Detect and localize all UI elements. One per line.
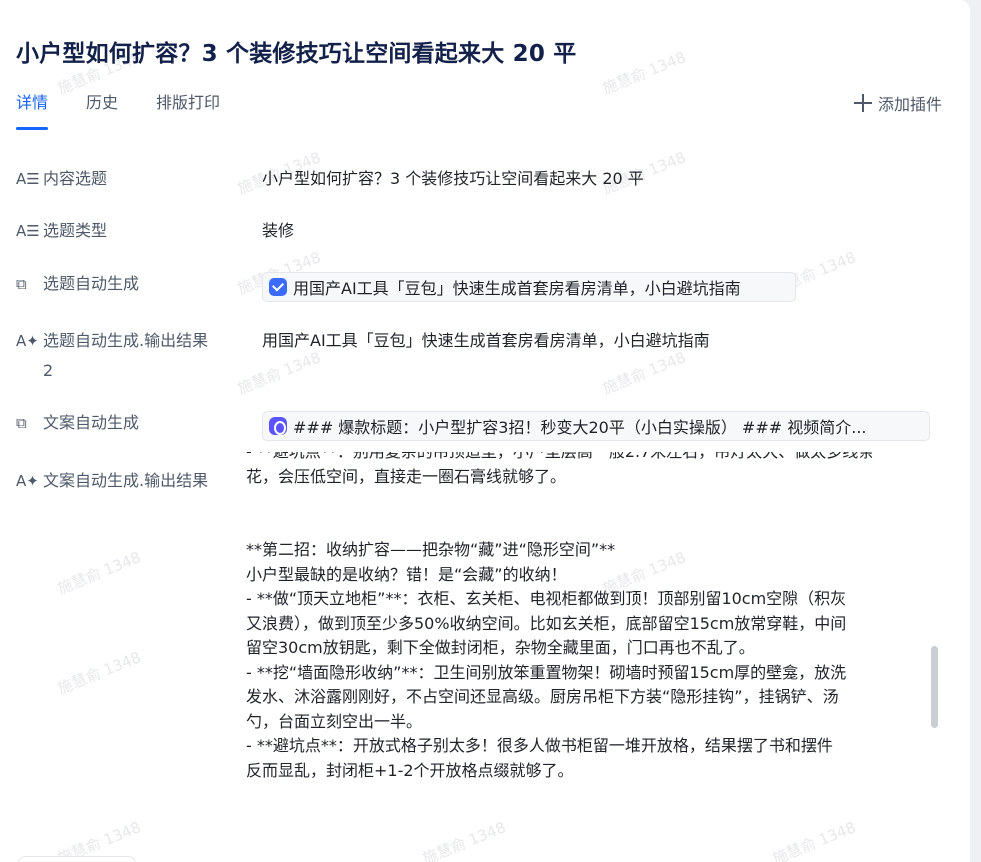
record-detail-panel: 施慧俞 1348 施慧俞 1348 施慧俞 1348 施慧俞 1348 施慧俞 … — [0, 0, 970, 862]
field-value[interactable]: 用国产AI工具「豆包」快速生成首套房看房清单，小白避坑指南 — [262, 329, 710, 353]
text-field-icon: A☰ — [16, 222, 40, 240]
field-label-text: 文案自动生成.输出结果 — [43, 471, 209, 490]
watermark: 施慧俞 1348 — [600, 48, 689, 98]
add-plugin-label: 添加插件 — [877, 95, 942, 114]
tab-history[interactable]: 历史 — [86, 90, 118, 130]
field-value[interactable]: 装修 — [262, 219, 294, 243]
output-line: - **挖“墙面隐形收纳”**：卫生间别放笨重置物架！砌墙时预留15cm厚的壁龛… — [246, 662, 847, 682]
watermark: 施慧俞 1348 — [235, 348, 324, 398]
tab-bar: 详情 历史 排版打印 — [16, 90, 258, 130]
add-plugin-button[interactable]: 添加插件 — [853, 90, 942, 116]
watermark: 施慧俞 1348 — [55, 648, 144, 698]
output-scrollbar[interactable] — [931, 646, 938, 728]
doubao-logo-icon — [269, 278, 287, 296]
field-label: A✦ 选题自动生成.输出结果 2 — [16, 329, 231, 386]
plus-icon — [853, 94, 872, 112]
link-field-icon: ⧉ — [16, 414, 27, 432]
text-field-icon: A☰ — [16, 170, 40, 188]
field-label-text: 选题类型 — [43, 221, 108, 240]
link-field-icon: ⧉ — [16, 275, 27, 293]
output-line: - **做“顶天立地柜”**：衣柜、玄关柜、电视柜都做到顶！顶部别留10cm空隙… — [246, 589, 847, 608]
output-line: 勺，台面立刻空出一半。 — [246, 711, 423, 731]
field-label-text: 选题自动生成.输出结果 2 — [43, 331, 209, 380]
field-label-text: 内容选题 — [43, 169, 108, 188]
field-label: ⧉ 选题自动生成 — [16, 272, 231, 299]
copy-output-textbox[interactable]: - **避坑点**：别用复杂的吊顶造型，小户型层高一般2.7米左右，吊灯太大、做… — [246, 452, 916, 862]
output-line: 发水、沐浴露刚刚好，不占空间还显高级。厨房吊柜下方装“隐形挂钩”，挂锅铲、汤 — [246, 687, 839, 706]
tab-print-layout[interactable]: 排版打印 — [156, 90, 220, 130]
output-line: 留空30cm放钥匙，剩下全做封闭柜，杂物全藏里面，门口再也不乱了。 — [246, 638, 755, 657]
output-line: 花，会压低空间，直接走一圈石膏线就够了。 — [246, 466, 567, 486]
watermark: 施慧俞 1348 — [55, 548, 144, 598]
output-line: - **避坑点**：别用复杂的吊顶造型，小户型层高一般2.7米左右，吊灯太大、做… — [246, 452, 906, 465]
field-label-text: 文案自动生成 — [43, 413, 140, 432]
page-title: 小户型如何扩容？3 个装修技巧让空间看起来大 20 平 — [16, 41, 577, 67]
tab-details[interactable]: 详情 — [16, 90, 49, 130]
field-value[interactable]: 小户型如何扩容？3 个装修技巧让空间看起来大 20 平 — [262, 167, 644, 191]
output-line: 小户型最缺的是收纳？错！是“会藏”的收纳！ — [246, 564, 567, 584]
field-label: A☰ 选题类型 — [16, 219, 231, 246]
output-line: 反而显乱，封闭柜+1-2个开放格点缀就够了。 — [246, 760, 574, 780]
ai-app-logo-icon — [269, 417, 287, 435]
field-label-text: 选题自动生成 — [43, 274, 140, 293]
bottom-action-button[interactable] — [18, 856, 136, 862]
chip-text: 用国产AI工具「豆包」快速生成首套房看房清单，小白避坑指南 — [293, 279, 741, 298]
field-label: ⧉ 文案自动生成 — [16, 411, 231, 438]
linked-record-chip[interactable]: 用国产AI工具「豆包」快速生成首套房看房清单，小白避坑指南 — [262, 272, 796, 302]
field-label: A☰ 内容选题 — [16, 167, 231, 194]
watermark: 施慧俞 1348 — [600, 348, 689, 398]
copy-output-content: - **避坑点**：别用复杂的吊顶造型，小户型层高一般2.7米左右，吊灯太大、做… — [246, 452, 906, 783]
ai-text-field-icon: A✦ — [16, 472, 39, 490]
chip-text: ### 爆款标题：小户型扩容3招！秒变大20平（小白实操版） ### 视频简介.… — [293, 418, 867, 437]
output-line: **第二招：收纳扩容——把杂物“藏”进“隐形空间”** — [246, 540, 616, 559]
ai-text-field-icon: A✦ — [16, 332, 39, 350]
output-line: 又浪费），做到顶至少多50%收纳空间。比如玄关柜，底部留空15cm放常穿鞋，中间 — [246, 613, 847, 633]
output-line: - **避坑点**：开放式格子别太多！很多人做书柜留一堆开放格，结果摆了书和摆件 — [246, 736, 833, 755]
field-label: A✦ 文案自动生成.输出结果 — [16, 469, 231, 496]
linked-record-chip[interactable]: ### 爆款标题：小户型扩容3招！秒变大20平（小白实操版） ### 视频简介.… — [262, 411, 930, 441]
